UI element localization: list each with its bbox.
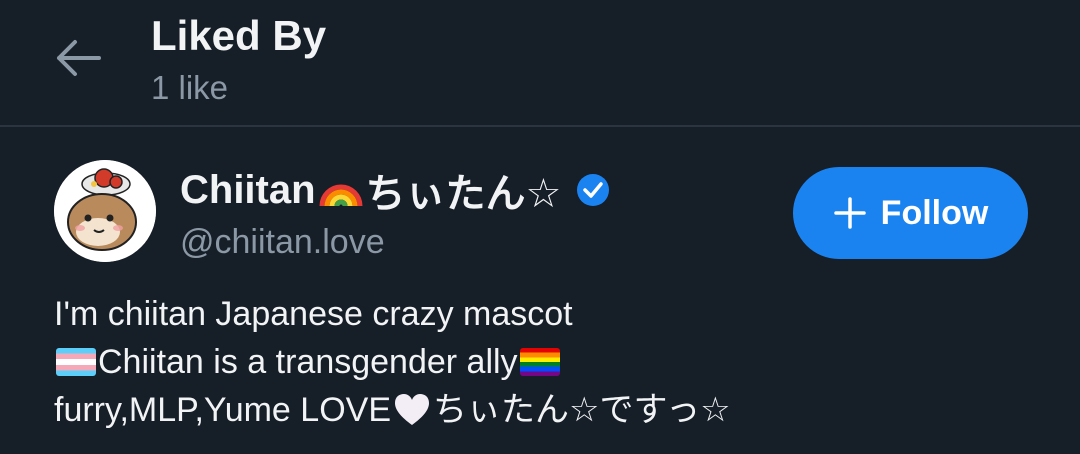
bio-text: I'm chiitan Japanese crazy mascot bbox=[54, 295, 573, 333]
rainbow-flag-icon bbox=[519, 348, 560, 376]
display-name[interactable]: Chiitan ちぃたん☆ bbox=[180, 166, 611, 216]
app-header: Liked By 1 like bbox=[0, 0, 1080, 127]
verified-badge-icon bbox=[577, 174, 610, 206]
rainbow-emoji-icon bbox=[319, 184, 363, 207]
back-button[interactable] bbox=[50, 34, 106, 82]
user-handle[interactable]: @chiitan.love bbox=[180, 222, 385, 262]
avatar[interactable] bbox=[54, 160, 156, 262]
page-title: Liked By bbox=[151, 12, 327, 59]
bio-line: furry,MLP,Yume LOVE ちぃたん☆ですっ☆ bbox=[54, 386, 1054, 434]
display-name-suffix: ちぃたん☆ bbox=[365, 172, 562, 216]
transgender-flag-icon bbox=[56, 348, 96, 376]
white-heart-icon bbox=[395, 394, 429, 425]
like-count: 1 like bbox=[151, 69, 229, 106]
plus-icon bbox=[833, 197, 866, 229]
bio-text: Chiitan is a transgender ally bbox=[98, 343, 518, 381]
user-bio: I'm chiitan Japanese crazy mascot Chiita… bbox=[54, 290, 1054, 434]
bio-text: ちぃたん☆ですっ☆ bbox=[433, 391, 731, 429]
bio-line: Chiitan is a transgender ally bbox=[54, 338, 1054, 386]
display-name-prefix: Chiitan bbox=[180, 167, 316, 212]
follow-button[interactable]: Follow bbox=[793, 167, 1028, 259]
follow-button-label: Follow bbox=[880, 193, 989, 232]
bio-text: furry,MLP,Yume LOVE bbox=[54, 391, 391, 429]
arrow-left-icon bbox=[57, 40, 101, 76]
mascot-avatar-image bbox=[54, 160, 156, 262]
bio-line: I'm chiitan Japanese crazy mascot bbox=[54, 290, 1054, 338]
